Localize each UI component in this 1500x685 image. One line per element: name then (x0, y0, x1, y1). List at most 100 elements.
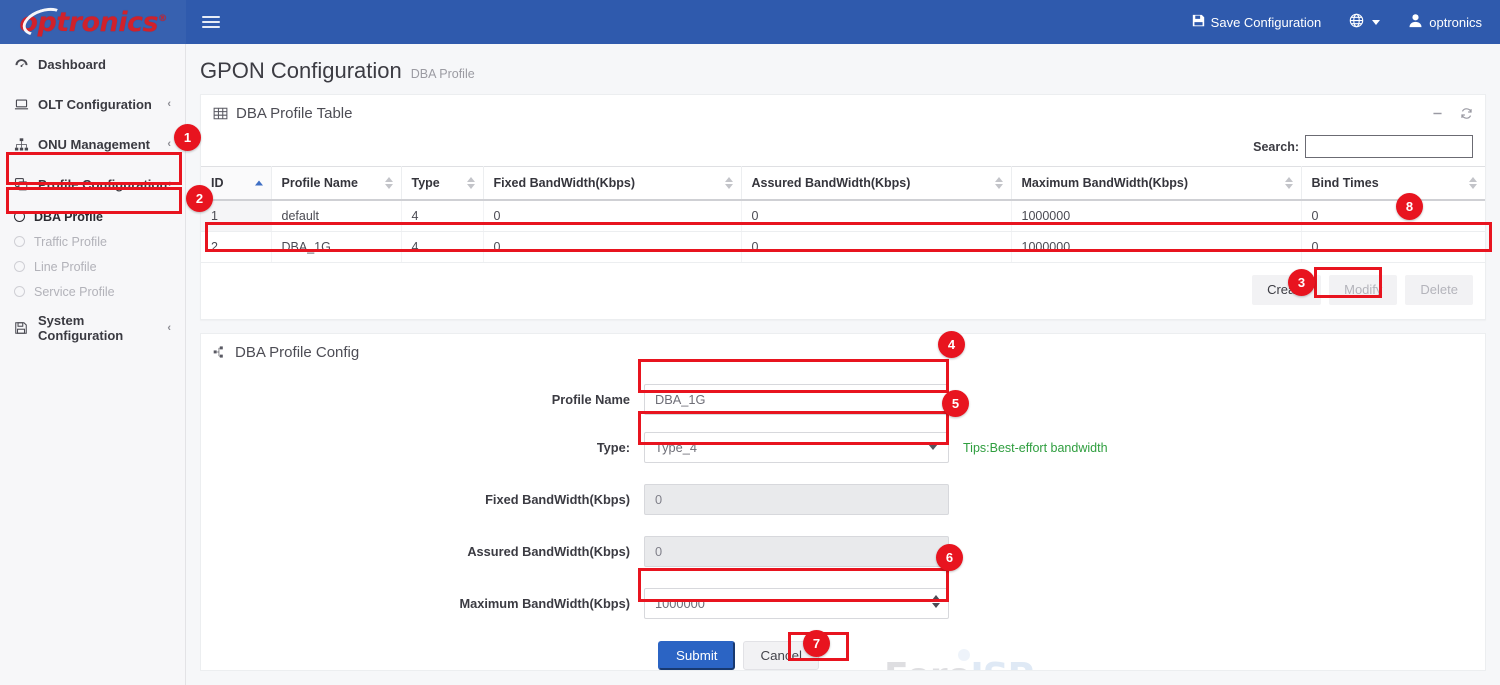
sidebar-item-dashboard[interactable]: Dashboard (0, 44, 185, 84)
profile-name-input[interactable] (644, 384, 949, 415)
column-header-type[interactable]: Type (401, 167, 483, 201)
sidebar: Dashboard OLT Configuration ‹ ONU Manage… (0, 44, 186, 685)
laptop-icon (14, 97, 34, 112)
cell-profile-name: default (271, 200, 401, 232)
table-body: 1 default 4 0 0 1000000 0 2 DBA_1G 4 0 0 (201, 200, 1485, 263)
floppy-icon (14, 321, 34, 335)
dba-profile-table: ID Profile Name Type Fixed BandWidt (201, 166, 1485, 263)
modify-button[interactable]: Modify (1329, 275, 1397, 305)
language-selector[interactable] (1335, 0, 1394, 44)
form-row-fixed-bandwidth: Fixed BandWidth(Kbps) (201, 484, 1485, 515)
fixed-bandwidth-input (644, 484, 949, 515)
cell-assured-bandwidth: 0 (741, 232, 1011, 263)
sort-both-icon (995, 177, 1003, 189)
sidebar-item-traffic-profile[interactable]: Traffic Profile (0, 229, 185, 254)
dba-profile-config-card: ForoISP DBA Profile Config Profile Name (200, 333, 1486, 671)
table-header-row: ID Profile Name Type Fixed BandWidt (201, 167, 1485, 201)
type-label: Type: (201, 440, 644, 455)
sidebar-item-label: OLT Configuration (38, 97, 167, 112)
cell-assured-bandwidth: 0 (741, 200, 1011, 232)
cell-id: 1 (201, 200, 271, 232)
save-configuration-label: Save Configuration (1211, 15, 1322, 30)
cell-type: 4 (401, 232, 483, 263)
sort-both-icon (1469, 177, 1477, 189)
cell-maximum-bandwidth: 1000000 (1011, 200, 1301, 232)
username-label: optronics (1429, 15, 1482, 30)
cell-bind-times: 0 (1301, 200, 1485, 232)
sidebar-item-label: System Configuration (38, 313, 167, 343)
column-header-maximum-bandwidth[interactable]: Maximum BandWidth(Kbps) (1011, 167, 1301, 201)
form-card-header: DBA Profile Config (201, 334, 1485, 370)
maximum-bandwidth-input[interactable] (644, 588, 949, 619)
sidebar-item-label: Profile Configuration (38, 177, 167, 192)
sort-both-icon (725, 177, 733, 189)
sidebar-chevron: ‹ (167, 322, 171, 334)
minimize-icon[interactable] (1431, 107, 1444, 120)
column-header-profile-name[interactable]: Profile Name (271, 167, 401, 201)
sidebar-subitem-label: Line Profile (34, 260, 97, 274)
annotation-badge-1: 1 (174, 124, 201, 151)
top-navbar: optronics® Save Configuration (0, 0, 1500, 44)
sidebar-subitem-label: DBA Profile (34, 210, 103, 224)
submit-button[interactable]: Submit (658, 641, 735, 670)
cell-type: 4 (401, 200, 483, 232)
chevron-down-icon (1372, 20, 1380, 25)
sidebar-subitem-label: Traffic Profile (34, 235, 107, 249)
sidebar-chevron: ‹ (167, 98, 171, 110)
page-title: GPON Configuration (200, 58, 402, 84)
table-row[interactable]: 1 default 4 0 0 1000000 0 (201, 200, 1485, 232)
brand-logo[interactable]: optronics® (0, 0, 186, 44)
type-select[interactable] (644, 432, 949, 463)
maximum-bandwidth-field-wrap (644, 588, 949, 619)
type-tips: Tips:Best-effort bandwidth (963, 441, 1108, 455)
cell-fixed-bandwidth: 0 (483, 200, 741, 232)
sidebar-item-line-profile[interactable]: Line Profile (0, 254, 185, 279)
breadcrumb: DBA Profile (411, 67, 475, 81)
assured-bandwidth-input (644, 536, 949, 567)
column-header-assured-bandwidth[interactable]: Assured BandWidth(Kbps) (741, 167, 1011, 201)
circle-icon (14, 236, 25, 247)
assured-bandwidth-label: Assured BandWidth(Kbps) (201, 544, 644, 559)
sidebar-item-dba-profile[interactable]: DBA Profile (0, 204, 185, 229)
delete-button[interactable]: Delete (1405, 275, 1473, 305)
hamburger-icon[interactable] (202, 11, 224, 33)
save-configuration-button[interactable]: Save Configuration (1178, 0, 1336, 44)
column-header-fixed-bandwidth[interactable]: Fixed BandWidth(Kbps) (483, 167, 741, 201)
sidebar-item-profile-configuration[interactable]: Profile Configuration ‹ (0, 164, 185, 204)
page-header: GPON Configuration DBA Profile (186, 44, 1500, 94)
form-row-maximum-bandwidth: Maximum BandWidth(Kbps) (201, 588, 1485, 619)
profile-name-field-wrap (644, 384, 949, 415)
refresh-icon[interactable] (1460, 107, 1473, 120)
user-menu[interactable]: optronics (1394, 0, 1500, 44)
sidebar-item-system-configuration[interactable]: System Configuration ‹ (0, 308, 185, 348)
search-input[interactable] (1305, 135, 1473, 158)
sidebar-subitem-label: Service Profile (34, 285, 115, 299)
sidebar-item-olt-configuration[interactable]: OLT Configuration ‹ (0, 84, 185, 124)
annotation-badge-8: 8 (1396, 193, 1423, 220)
annotation-badge-7: 7 (803, 630, 830, 657)
main-content: GPON Configuration DBA Profile DBA Profi… (186, 44, 1500, 685)
clone-icon (14, 177, 34, 192)
sort-both-icon (467, 177, 475, 189)
sidebar-item-service-profile[interactable]: Service Profile (0, 279, 185, 304)
cell-bind-times: 0 (1301, 232, 1485, 263)
column-header-bind-times[interactable]: Bind Times (1301, 167, 1485, 201)
circle-icon (14, 261, 25, 272)
save-icon (1192, 14, 1205, 30)
sidebar-item-onu-management[interactable]: ONU Management ‹ (0, 124, 185, 164)
table-card-header: DBA Profile Table (201, 95, 1485, 131)
form-action-buttons: Submit Cancel (644, 641, 1485, 670)
sidebar-chevron: ‹ (167, 178, 171, 190)
table-row[interactable]: 2 DBA_1G 4 0 0 1000000 0 (201, 232, 1485, 263)
sidebar-item-label: Dashboard (38, 57, 171, 72)
circle-icon (14, 286, 25, 297)
user-icon (1408, 13, 1423, 31)
registered-mark-icon: ® (158, 14, 167, 24)
annotation-badge-2: 2 (186, 185, 213, 212)
brand-logo-text: optronics® (19, 7, 166, 38)
circle-icon (14, 211, 25, 222)
topbar-actions: Save Configuration optronics (1178, 0, 1500, 44)
form-row-profile-name: Profile Name (201, 384, 1485, 415)
sitemap-icon (213, 345, 227, 359)
sort-both-icon (1285, 177, 1293, 189)
